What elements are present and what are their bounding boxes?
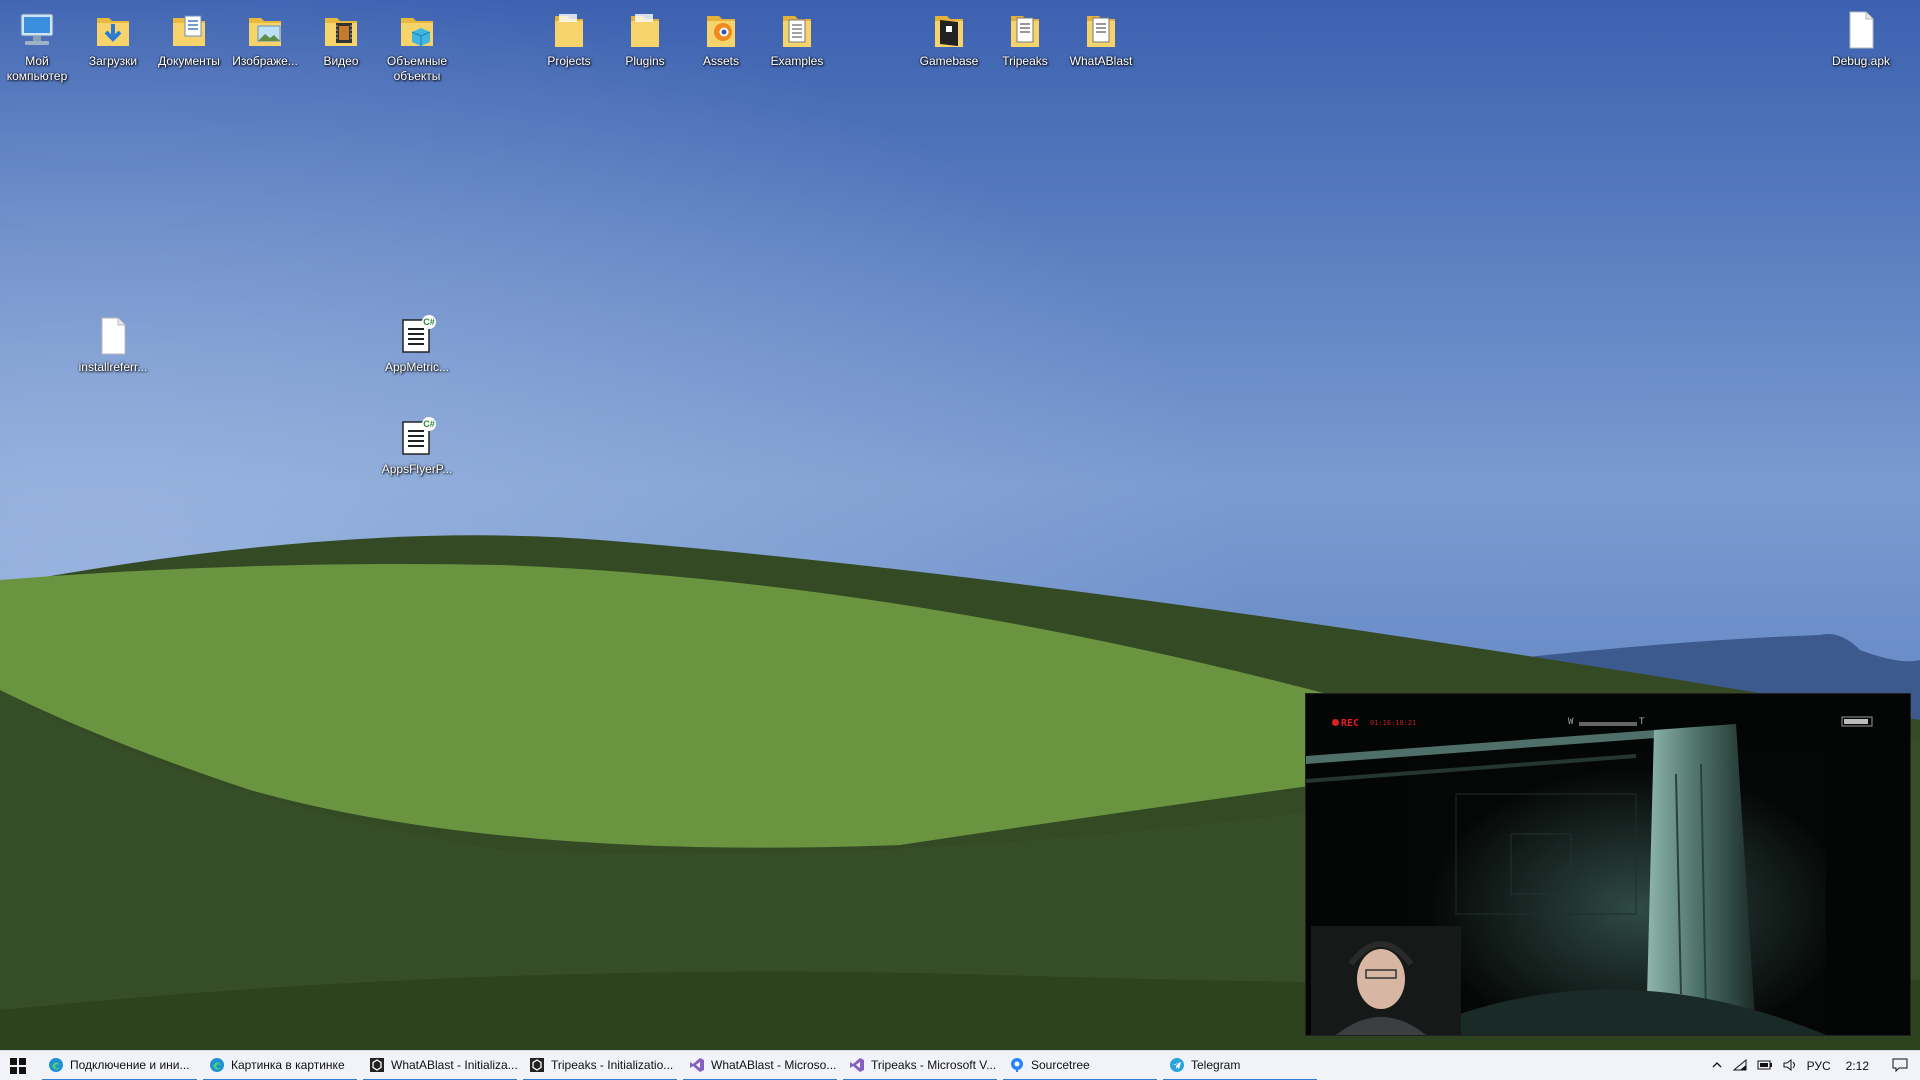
svg-text:C#: C#	[423, 317, 435, 327]
start-button[interactable]	[0, 1051, 36, 1080]
folder-icon	[1079, 8, 1123, 52]
taskbar-item-label: Sourcetree	[1031, 1058, 1090, 1072]
taskbar-item-vs-tripeaks[interactable]: Tripeaks - Microsoft V...	[843, 1051, 997, 1080]
desktop-icon-label: Gamebase	[919, 54, 979, 68]
windows-logo-icon	[10, 1058, 26, 1074]
edge-icon	[49, 1058, 63, 1072]
clock[interactable]: 2:12	[1846, 1059, 1869, 1073]
desktop-icon-label: Объемные объекты	[386, 54, 448, 83]
downloads-folder-icon	[91, 8, 135, 52]
videos-folder-icon	[319, 8, 363, 52]
video-frame	[1306, 694, 1910, 1035]
desktop-icon-3d-objects[interactable]: Объемные объекты	[379, 8, 455, 84]
desktop[interactable]: Мой компьютер Загрузки Документы Изображ…	[0, 0, 1920, 1080]
desktop-icon-appsflyer[interactable]: C# AppsFlyerP...	[379, 416, 455, 477]
csharp-file-icon: C#	[395, 314, 439, 358]
desktop-icon-projects[interactable]: Projects	[531, 8, 607, 69]
file-icon	[91, 314, 135, 358]
desktop-icon-label: Examples	[770, 54, 824, 68]
desktop-icon-label: Документы	[158, 54, 220, 68]
desktop-icon-downloads[interactable]: Загрузки	[75, 8, 151, 69]
visual-studio-icon	[850, 1058, 864, 1072]
desktop-icon-label: WhatABlast	[1069, 54, 1133, 68]
folder-icon	[623, 8, 667, 52]
file-icon	[1839, 8, 1883, 52]
taskbar-item-vs-whatablast[interactable]: WhatABlast - Microso...	[683, 1051, 837, 1080]
language-indicator[interactable]: РУС	[1807, 1059, 1831, 1073]
desktop-icon-label: AppMetric...	[384, 360, 450, 374]
taskbar-item-label: Tripeaks - Microsoft V...	[871, 1058, 997, 1072]
taskbar-item-label: WhatABlast - Microso...	[711, 1058, 837, 1072]
taskbar-item-edge-pip[interactable]: Картинка в картинке	[203, 1051, 357, 1080]
3d-objects-folder-icon	[395, 8, 439, 52]
pictures-folder-icon	[243, 8, 287, 52]
unity-icon	[370, 1058, 384, 1072]
system-tray: РУС 2:12	[1706, 1051, 1920, 1080]
desktop-icon-videos[interactable]: Видео	[303, 8, 379, 69]
notifications-icon[interactable]	[1892, 1058, 1908, 1075]
computer-icon	[15, 8, 59, 52]
desktop-icon-debug-apk[interactable]: Debug.apk	[1823, 8, 1899, 69]
desktop-icon-label: Мой компьютер	[6, 54, 68, 83]
zoom-wide-label: W	[1568, 717, 1574, 727]
rec-indicator: REC	[1332, 718, 1359, 729]
desktop-icon-pictures[interactable]: Изображе...	[227, 8, 303, 69]
taskbar-item-unity-tripeaks[interactable]: Tripeaks - Initializatio...	[523, 1051, 677, 1080]
desktop-icon-label: Debug.apk	[1831, 54, 1891, 68]
taskbar-item-edge-connection[interactable]: Подключение и ини...	[42, 1051, 197, 1080]
desktop-icon-gamebase[interactable]: Gamebase	[911, 8, 987, 69]
desktop-icon-label: Видео	[323, 54, 359, 68]
video-timestamp: 01:16:18:21	[1370, 719, 1417, 727]
edge-icon	[210, 1058, 224, 1072]
taskbar-item-telegram[interactable]: Telegram	[1163, 1051, 1317, 1080]
desktop-icon-my-computer[interactable]: Мой компьютер	[0, 8, 75, 84]
taskbar-item-unity-whatablast[interactable]: WhatABlast - Initializa...	[363, 1051, 517, 1080]
desktop-icon-whatablast[interactable]: WhatABlast	[1063, 8, 1139, 69]
documents-folder-icon	[167, 8, 211, 52]
desktop-icon-label: AppsFlyerP...	[381, 462, 453, 476]
folder-icon	[775, 8, 819, 52]
rec-label: REC	[1341, 718, 1360, 729]
desktop-icon-examples[interactable]: Examples	[759, 8, 835, 69]
csharp-file-icon: C#	[395, 416, 439, 460]
desktop-icon-label: Tripeaks	[1002, 54, 1048, 68]
chevron-up-icon[interactable]	[1711, 1059, 1723, 1074]
zoom-bar	[1579, 722, 1637, 726]
folder-icon	[1003, 8, 1047, 52]
folder-icon	[927, 8, 971, 52]
sourcetree-icon	[1011, 1058, 1023, 1072]
taskbar-item-label: Tripeaks - Initializatio...	[551, 1058, 674, 1072]
desktop-icon-appmetrica[interactable]: C# AppMetric...	[379, 314, 455, 375]
volume-icon[interactable]	[1783, 1058, 1797, 1074]
telegram-icon	[1170, 1058, 1184, 1072]
desktop-icon-assets[interactable]: Assets	[683, 8, 759, 69]
network-icon[interactable]	[1732, 1058, 1747, 1074]
taskbar-item-label: Telegram	[1191, 1058, 1241, 1072]
desktop-icon-installreferrer[interactable]: installreferr...	[75, 314, 151, 375]
taskbar-item-label: Подключение и ини...	[70, 1058, 190, 1072]
desktop-icon-label: Загрузки	[88, 54, 138, 68]
visual-studio-icon	[690, 1058, 704, 1072]
desktop-icon-documents[interactable]: Документы	[151, 8, 227, 69]
svg-text:C#: C#	[423, 419, 435, 429]
desktop-icon-label: Plugins	[625, 54, 665, 68]
taskbar-item-sourcetree[interactable]: Sourcetree	[1003, 1051, 1157, 1080]
taskbar: Подключение и ини... Картинка в картинке…	[0, 1050, 1920, 1080]
desktop-icon-plugins[interactable]: Plugins	[607, 8, 683, 69]
desktop-icon-label: Изображе...	[232, 54, 298, 68]
unity-icon	[530, 1058, 544, 1072]
battery-icon[interactable]	[1757, 1059, 1773, 1074]
desktop-icon-label: installreferr...	[78, 360, 148, 374]
zoom-tele-label: T	[1639, 717, 1645, 727]
blender-file-icon	[699, 8, 743, 52]
taskbar-item-label: Картинка в картинке	[231, 1058, 345, 1072]
desktop-icon-label: Projects	[547, 54, 591, 68]
taskbar-item-label: WhatABlast - Initializa...	[391, 1058, 517, 1072]
desktop-icon-label: Assets	[702, 54, 739, 68]
desktop-icon-tripeaks[interactable]: Tripeaks	[987, 8, 1063, 69]
folder-icon	[547, 8, 591, 52]
picture-in-picture-window[interactable]: REC 01:16:18:21 W T	[1305, 693, 1911, 1036]
